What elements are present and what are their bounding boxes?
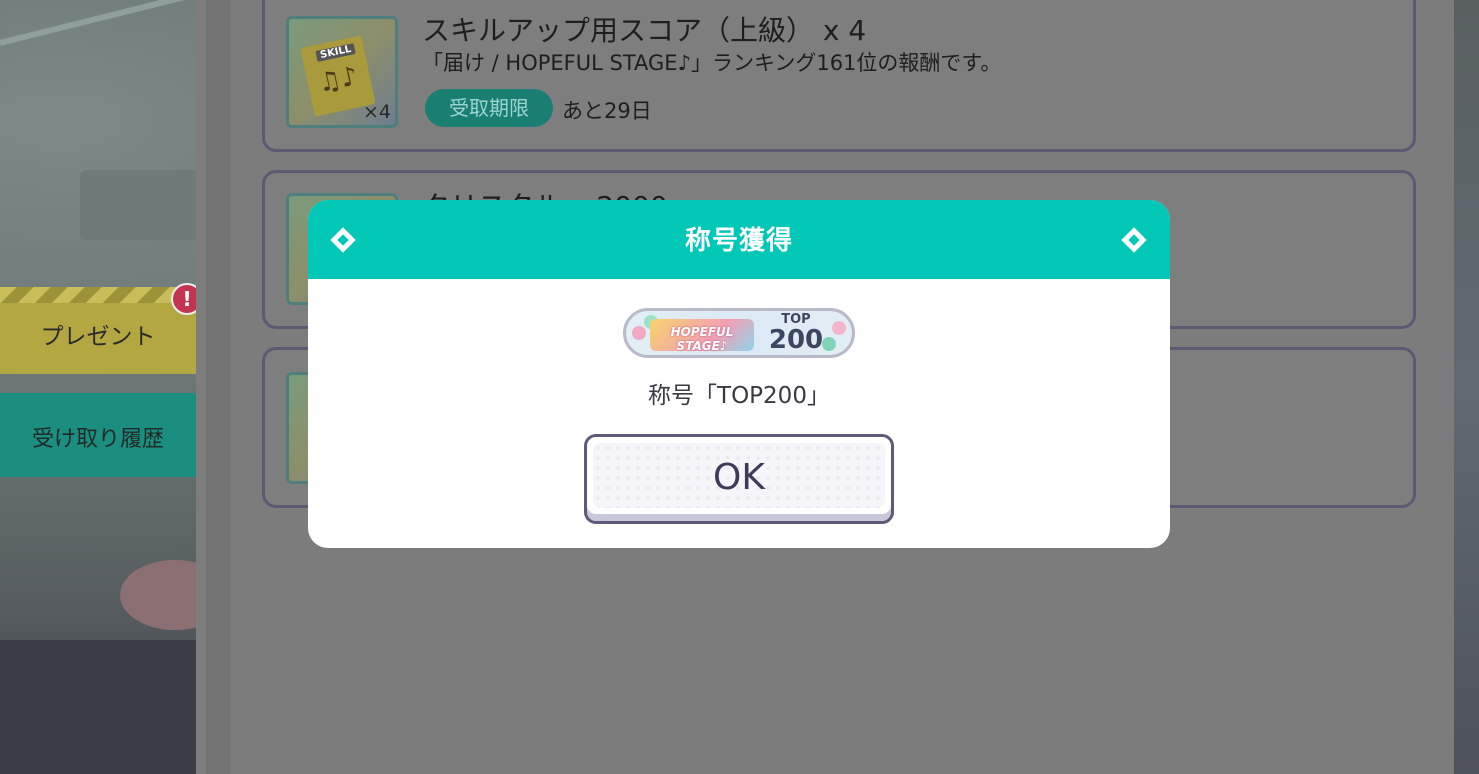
reward-title-name: 称号「TOP200」 [648,383,830,409]
dialog-title: 称号獲得 [684,226,793,256]
item-title: スキルアップ用スコア（上級） x 4 [422,14,867,47]
flower-icon [832,321,846,335]
event-logo: HOPEFUL STAGE♪ [650,319,754,353]
item-description: 「届け / HOPEFUL STAGE♪」ランキング161位の報酬です。 [422,51,1002,75]
list-item[interactable]: SKILL ♫♪ ×4 スキルアップ用スコア（上級） x 4 「届け / HOP… [262,0,1416,152]
sidebar-item-history[interactable]: 受け取り履歴 [0,393,196,477]
ok-button-label: OK [713,457,765,498]
deadline-remaining: あと29日 [562,99,652,123]
music-notes-icon: ♫♪ [315,61,361,99]
panel-edge [206,0,231,774]
ok-button[interactable]: OK [584,434,894,524]
sidebar-item-label: 受け取り履歴 [31,427,164,452]
panel-divider [196,0,206,774]
event-logo-text: HOPEFUL STAGE♪ [670,325,734,353]
skill-tag: SKILL [315,42,357,62]
badge-rank-number: 200 [768,325,824,355]
stage-structure [80,170,210,240]
hazard-stripe [0,287,196,303]
deadline-badge: 受取期限 [425,89,553,127]
sidebar-item-present[interactable]: プレゼント [0,287,196,374]
title-badge-image: HOPEFUL STAGE♪ TOP 200 [623,308,855,358]
stage-light-beam [0,0,195,46]
stage-floor [0,640,200,774]
flower-icon [822,337,836,351]
skill-score-item-icon: SKILL ♫♪ ×4 [286,16,398,128]
dialog-header: 称号獲得 [308,200,1170,279]
title-acquired-dialog: 称号獲得 HOPEFUL STAGE♪ TOP 200 称号「TOP200」 O… [308,200,1170,548]
flower-icon [632,326,646,340]
sidebar-item-label: プレゼント [40,324,156,350]
right-background-strip [1454,0,1479,774]
item-quantity: ×4 [362,101,391,123]
